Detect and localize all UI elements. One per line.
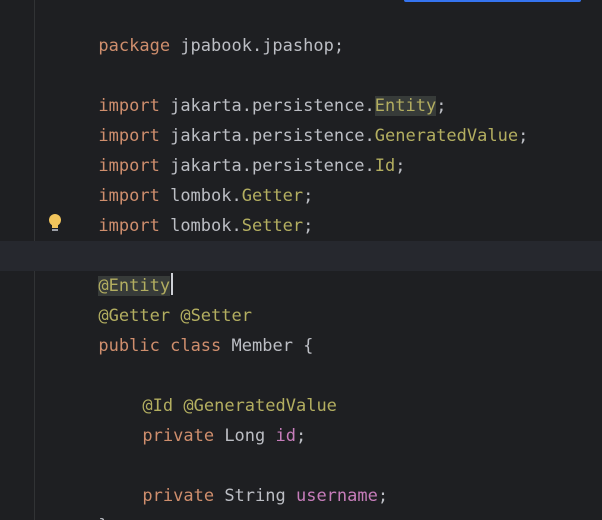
code-editor[interactable]: package jpabook.jpashop; import jakarta.… <box>0 0 602 520</box>
field-id: id <box>275 426 296 446</box>
keyword-class: class <box>170 336 222 356</box>
code-line-9-current[interactable]: @Entity <box>0 241 602 296</box>
keyword-import: import <box>98 216 160 236</box>
code-line-7[interactable]: import lombok.Setter; <box>0 181 602 236</box>
import-class-setter: Setter <box>241 216 304 236</box>
type-long: Long <box>214 426 276 446</box>
package-name: jpabook.jpashop; <box>170 36 345 56</box>
code-line-14[interactable]: private Long id; <box>0 391 602 446</box>
class-name-member: Member { <box>221 336 314 356</box>
code-line-16[interactable]: private String username; <box>0 451 602 506</box>
closing-brace: } <box>98 516 108 520</box>
lightbulb-icon[interactable] <box>47 212 63 234</box>
code-line-3[interactable]: import jakarta.persistence.Entity; <box>0 61 602 116</box>
code-line-6[interactable]: import lombok.Getter; <box>0 151 602 206</box>
keyword-private: private <box>142 426 215 446</box>
code-line-11[interactable]: public class Member { <box>0 301 602 356</box>
code-line-17[interactable]: } <box>0 481 602 520</box>
code-line-4[interactable]: import jakarta.persistence.GeneratedValu… <box>0 91 602 146</box>
keyword-package: package <box>98 36 171 56</box>
semicolon: ; <box>295 426 307 446</box>
code-line-1[interactable]: package jpabook.jpashop; <box>0 1 602 56</box>
code-line-10[interactable]: @Getter @Setter <box>0 271 602 326</box>
semicolon: ; <box>303 216 314 236</box>
code-line-13[interactable]: @Id @GeneratedValue <box>0 361 602 416</box>
import-path: lombok. <box>159 216 242 236</box>
code-line-5[interactable]: import jakarta.persistence.Id; <box>0 121 602 176</box>
keyword-public: public <box>98 336 160 356</box>
